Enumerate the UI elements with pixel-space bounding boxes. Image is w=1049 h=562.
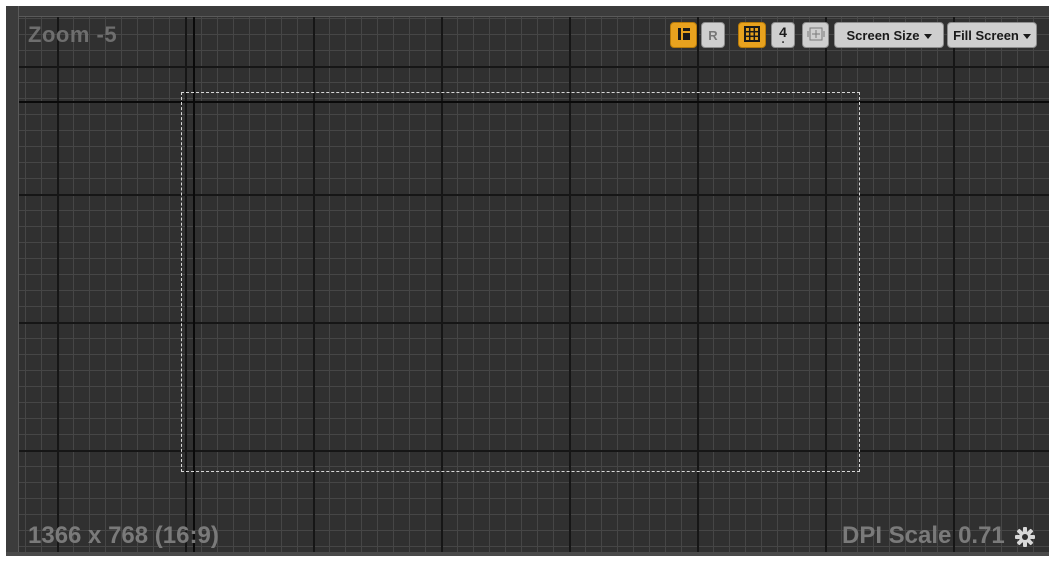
screen-bounds-frame: [181, 92, 860, 472]
viewport-bottom-edge: [6, 552, 1049, 556]
screen-size-label: Screen Size: [846, 27, 920, 43]
dpi-scale-label: DPI Scale 0.71: [842, 522, 1005, 549]
stepper-dots-icon: •: [781, 39, 785, 46]
fit-view-icon: [807, 26, 825, 45]
gear-icon[interactable]: [1014, 526, 1036, 548]
fit-view-button[interactable]: [802, 22, 829, 48]
layout-toggle-icon: [677, 27, 691, 44]
viewport-toolbar: R 4 • Screen Size Fill Screen: [6, 22, 1049, 48]
screen-size-dropdown[interactable]: Screen Size: [834, 22, 944, 48]
designer-viewport[interactable]: Zoom -5 R 4 • Screen Size Fill Screen 13…: [6, 6, 1049, 556]
grid-snap-value-stepper[interactable]: 4 •: [771, 22, 795, 48]
grid-snap-toggle[interactable]: [738, 22, 766, 48]
left-ruler: [6, 6, 19, 556]
layout-toggle-button[interactable]: [670, 22, 697, 48]
fill-screen-dropdown[interactable]: Fill Screen: [947, 22, 1037, 48]
grid-snap-value: 4: [779, 23, 787, 40]
respect-locks-label: R: [708, 27, 718, 43]
fill-screen-label: Fill Screen: [953, 27, 1019, 43]
top-ruler: [6, 6, 1049, 17]
chevron-down-icon: [1022, 33, 1031, 39]
chevron-down-icon: [923, 33, 932, 39]
grid-icon: [744, 25, 760, 45]
grid-snap-stepper-content: 4 •: [779, 25, 787, 46]
resolution-label: 1366 x 768 (16:9): [28, 522, 219, 549]
respect-locks-button[interactable]: R: [701, 22, 725, 48]
